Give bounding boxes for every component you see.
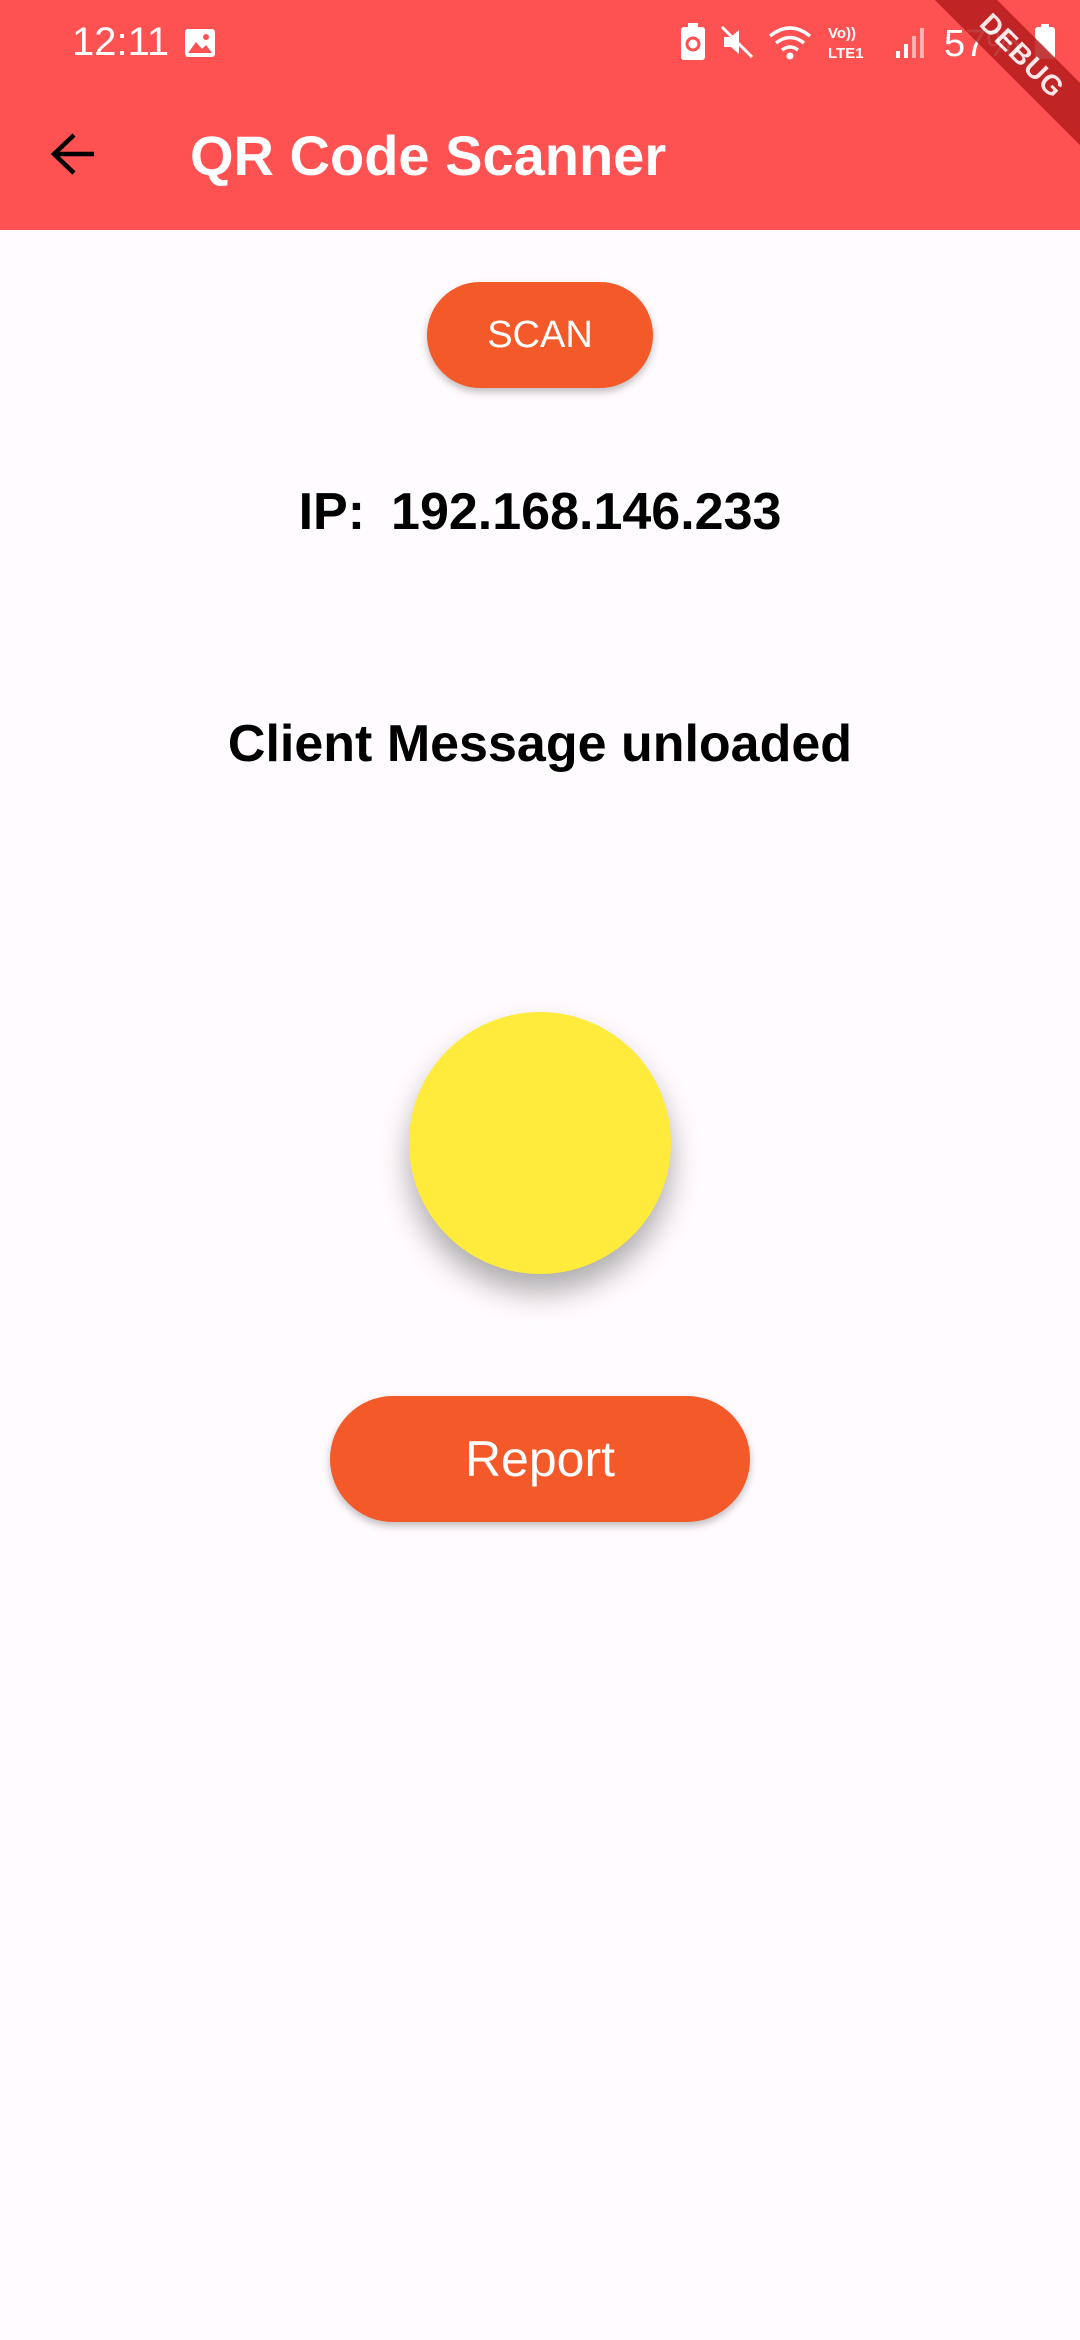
gallery-icon: [184, 28, 216, 58]
ip-value: 192.168.146.233: [391, 483, 782, 541]
ip-address-line: IP: 192.168.146.233: [0, 480, 1080, 544]
mute-icon: [720, 25, 754, 64]
svg-text:Vo)): Vo)): [828, 25, 856, 42]
wifi-icon: [768, 24, 812, 65]
ip-label: IP:: [298, 483, 366, 541]
battery-saver-icon: [680, 22, 706, 66]
arrow-left-icon: [50, 132, 98, 181]
back-button[interactable]: [38, 120, 110, 192]
app-bar: 12:11 Vo)) LTE1 QR Code Scanner: [0, 0, 1080, 230]
svg-text:LTE1: LTE1: [828, 45, 864, 62]
status-time: 12:11: [72, 20, 170, 64]
lte-icon: Vo)) LTE1: [826, 22, 880, 67]
scan-button[interactable]: SCAN: [427, 282, 653, 388]
signal-icon: [894, 25, 924, 64]
page-title: QR Code Scanner: [190, 124, 667, 187]
report-button[interactable]: Report: [330, 1396, 750, 1522]
status-bar: 12:11 Vo)) LTE1: [0, 0, 1080, 84]
client-message: Client Message unloaded: [227, 715, 853, 773]
status-indicator-circle: [409, 1012, 671, 1274]
